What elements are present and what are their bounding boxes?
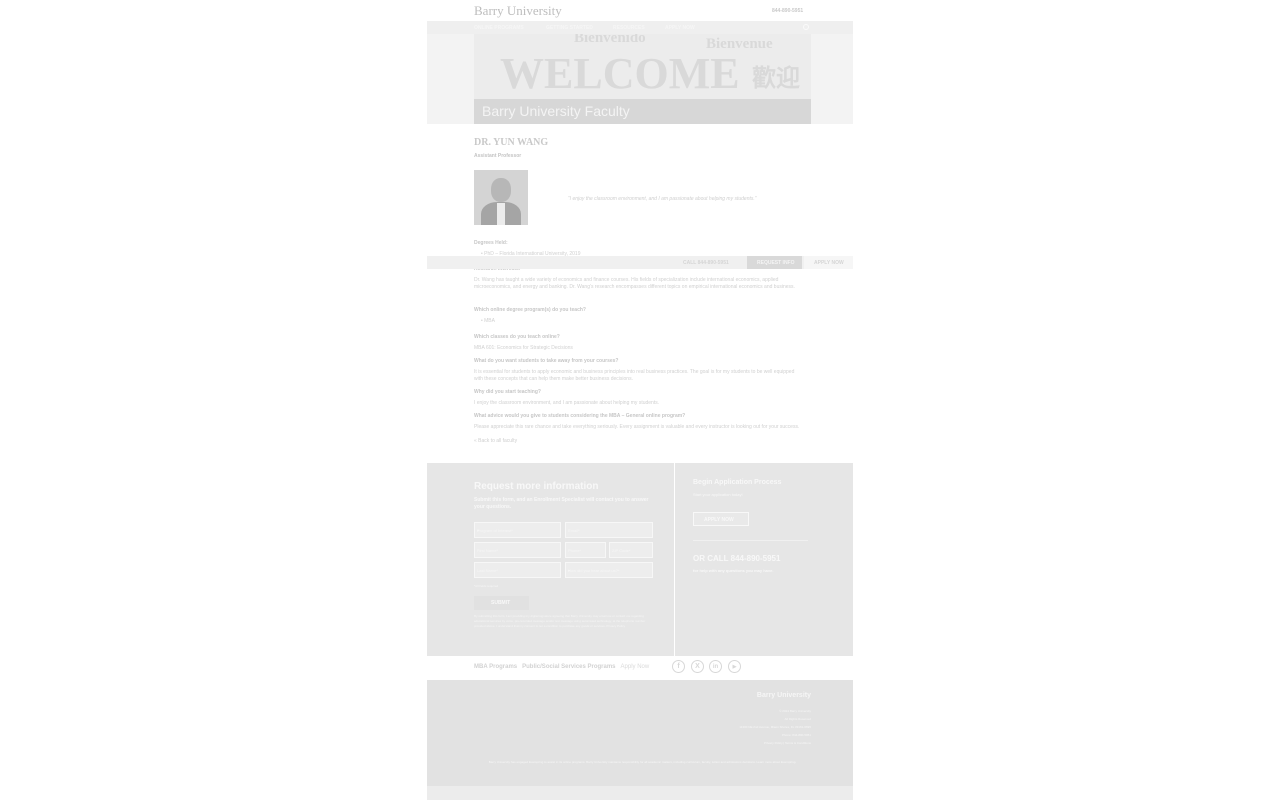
divider <box>693 540 808 541</box>
begin-call-link[interactable]: OR CALL 844-890-5951 <box>693 554 780 563</box>
faculty-quote: “I enjoy the classroom environment, and … <box>568 196 757 202</box>
x-twitter-icon[interactable]: X <box>691 660 704 673</box>
why-heading: Why did you start teaching? <box>474 389 541 395</box>
last-name-field[interactable]: Last Name* <box>474 562 561 578</box>
header-phone[interactable]: 844-890-5951 <box>772 8 803 14</box>
hero-word-welcome: WELCOME <box>500 49 740 98</box>
footer-bottom-strip <box>427 786 853 800</box>
begin-application-panel: Begin Application Process Start your app… <box>675 463 853 656</box>
zip-field[interactable]: ZIP Code* <box>609 542 653 558</box>
hear-about-select[interactable]: How did you hear about us?* ▾ <box>565 562 653 578</box>
required-note: *All fields required <box>474 584 499 588</box>
footer-address: 11300 NE 2nd Avenue, Miami Shores, FL 33… <box>739 725 811 729</box>
search-icon[interactable] <box>803 24 809 30</box>
faculty-rank: Assistant Professor <box>474 153 522 159</box>
main-nav: ONLINE PROGRAMS GETTING STARTED RESOURCE… <box>427 21 853 34</box>
linkedin-icon[interactable]: in <box>709 660 722 673</box>
footer-policy-links: Privacy Policy | Terms & Conditions <box>763 741 811 745</box>
youtube-icon[interactable]: ▶ <box>728 660 741 673</box>
hero-caption: Barry University Faculty <box>474 99 811 124</box>
back-to-faculty-link[interactable]: « Back to all faculty <box>474 438 517 444</box>
apply-now-link[interactable]: Apply Now <box>621 664 650 670</box>
hero-caption-text: Barry University Faculty <box>482 103 630 119</box>
public-social-services-link[interactable]: Public/Social Services Programs <box>522 664 615 670</box>
facebook-icon[interactable]: f <box>672 660 685 673</box>
form-disclaimer: By submitting this form, I am providing … <box>474 614 646 628</box>
footer-rights: All Rights Reserved <box>784 717 811 721</box>
first-name-field[interactable]: First Name* <box>474 542 561 558</box>
advice-heading: What advice would you give to students c… <box>474 413 686 419</box>
program-select[interactable]: Program of Interest* ▾ <box>474 522 561 538</box>
email-field[interactable]: Email* <box>565 522 653 538</box>
phone-field[interactable]: Phone* <box>565 542 606 558</box>
sticky-request-info-button[interactable]: REQUEST INFO <box>747 256 802 269</box>
chevron-down-icon: ▾ <box>568 568 571 573</box>
sticky-call-link[interactable]: CALL 844-890-5951 <box>683 260 729 266</box>
begin-subtitle: Start your application today! <box>693 492 743 497</box>
nav-online-programs[interactable]: ONLINE PROGRAMS <box>474 25 524 31</box>
advice-text: Please appreciate this rare chance and t… <box>474 424 800 430</box>
hero-word-chinese: 歡迎 <box>752 66 800 92</box>
mba-programs-link[interactable]: MBA Programs <box>474 664 517 670</box>
footer-phone[interactable]: Phone: 844-890-5951 <box>782 733 811 737</box>
footer: Barry University © 2024 Barry University… <box>427 680 853 786</box>
footer-brand: Barry University <box>756 692 811 699</box>
privacy-policy-link[interactable]: Privacy Policy <box>764 741 783 745</box>
footer-legal: Barry University has engaged Everspring … <box>488 760 797 764</box>
submit-button[interactable]: SUBMIT <box>474 596 529 610</box>
begin-apply-now-button[interactable]: APPLY NOW <box>693 512 749 526</box>
research-text: Dr. Wang has taught a wide variety of ec… <box>474 277 795 290</box>
classes-heading: Which classes do you teach online? <box>474 334 560 340</box>
faculty-photo <box>474 170 528 225</box>
why-text: I enjoy the classroom environment, and I… <box>474 400 660 406</box>
faculty-name: DR. YUN WANG <box>474 137 549 148</box>
begin-title: Begin Application Process <box>693 479 782 486</box>
request-info-panel: Request more information Submit this for… <box>427 463 674 656</box>
hero-word-bienvenido: Bienvenido <box>574 34 646 46</box>
hero-banner: WELCOME Bienvenue Bienvenido 歡迎 Barry Un… <box>427 34 853 124</box>
sticky-apply-now-button[interactable]: APPLY NOW <box>804 256 853 269</box>
program-item: • MBA <box>481 318 495 324</box>
degrees-heading: Degrees Held: <box>474 240 508 246</box>
request-info-title: Request more information <box>474 481 599 492</box>
begin-help-text: for help with any questions you may have… <box>693 568 774 573</box>
chevron-down-icon: ▾ <box>477 528 480 533</box>
classes-text: MBA 601: Economics for Strategic Decisio… <box>474 345 573 351</box>
footer-copyright: © 2024 Barry University <box>779 709 811 713</box>
nav-resources[interactable]: RESOURCES <box>613 25 645 31</box>
brand-logo[interactable]: Barry University <box>474 3 562 19</box>
program-links: MBA Programs Public/Social Services Prog… <box>474 664 649 670</box>
programs-heading: Which online degree program(s) do you te… <box>474 307 586 313</box>
terms-link[interactable]: Terms & Conditions <box>785 741 811 745</box>
nav-apply-now[interactable]: APPLY NOW <box>665 25 695 31</box>
hero-word-bienvenue: Bienvenue <box>706 36 773 52</box>
sticky-cta-bar: CALL 844-890-5951 REQUEST INFO APPLY NOW <box>427 256 853 269</box>
takeaway-text: It is essential for students to apply ec… <box>474 369 795 382</box>
request-info-subtitle: Submit this form, and an Enrollment Spec… <box>474 497 649 510</box>
takeaway-heading: What do you want students to take away f… <box>474 358 619 364</box>
nav-getting-started[interactable]: GETTING STARTED <box>546 25 593 31</box>
